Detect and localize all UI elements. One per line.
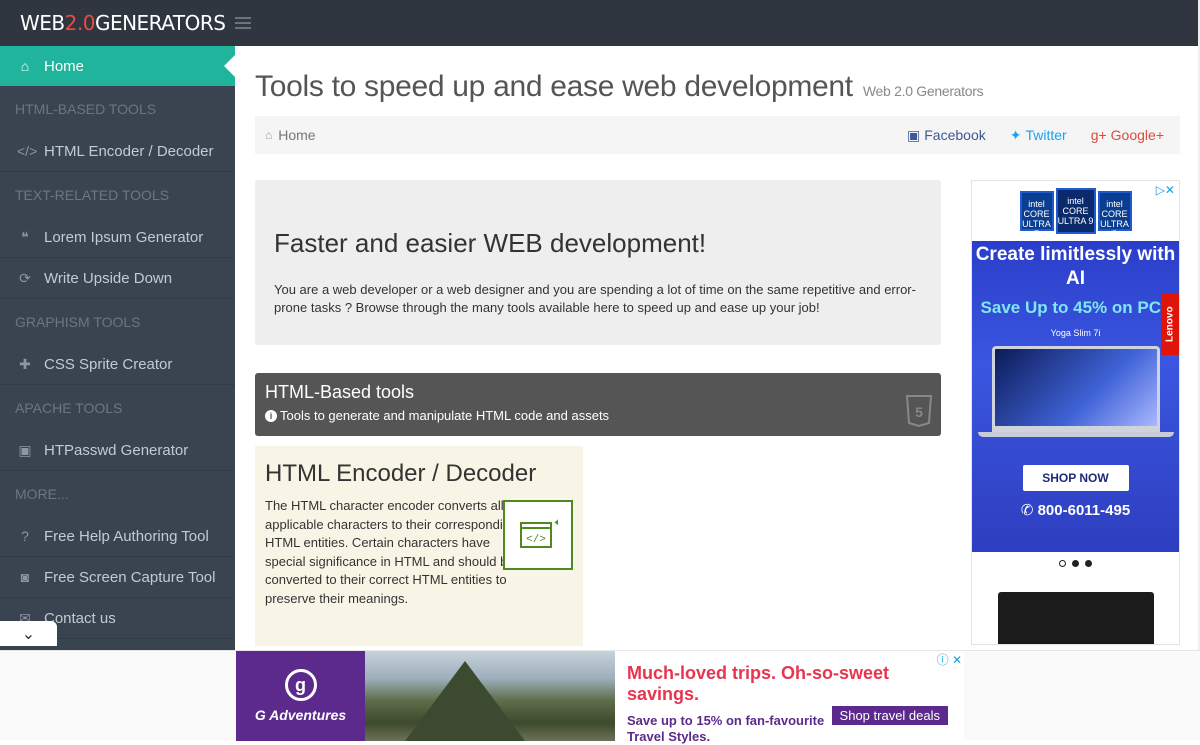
ad-brand: Lenovo	[1161, 293, 1179, 355]
code-icon: </>	[17, 143, 38, 159]
chevron-down-icon: ⌄	[21, 625, 36, 643]
sidebar-item-label: Lorem Ipsum Generator	[44, 228, 204, 246]
sidebar-item-label: HTML Encoder / Decoder	[44, 142, 214, 160]
intro-text: You are a web developer or a web designe…	[274, 282, 916, 315]
refresh-icon: ⟳	[19, 269, 31, 286]
phone-icon: ✆	[1020, 502, 1038, 519]
sidebar-section-title: APACHE TOOLS	[15, 399, 123, 416]
ad-phone: ✆ 800-6011-495	[1020, 502, 1131, 519]
carousel-dots[interactable]	[972, 552, 1179, 574]
svg-text:</>: </>	[526, 534, 546, 546]
ad-headline: Create limitlessly with AI	[975, 244, 1176, 289]
intro-heading: Faster and easier WEB development!	[274, 228, 707, 258]
facebook-link[interactable]: ▣ Facebook	[907, 127, 986, 144]
top-navbar: WEB2.0GENERATORS	[0, 0, 1200, 46]
bottom-advertisement[interactable]: g G Adventures Much-loved trips. Oh-so-s…	[236, 651, 964, 744]
shop-travel-deals-button[interactable]: Shop travel deals	[831, 706, 948, 725]
sidebar-item-html-encoder[interactable]: </> HTML Encoder / Decoder	[0, 131, 235, 172]
sidebar-item-label: HTPasswd Generator	[44, 441, 189, 459]
laptop-image	[991, 346, 1160, 432]
laptop-base	[977, 432, 1174, 437]
sidebar-advertisement[interactable]: intel CORE ULTRA 7 intel CORE ULTRA 9 in…	[971, 180, 1180, 645]
sidebar-item-upside-down[interactable]: ⟳ Write Upside Down	[0, 258, 235, 299]
ad-top-strip: intel CORE ULTRA 7 intel CORE ULTRA 9 in…	[972, 181, 1179, 241]
ad-copy: Much-loved trips. Oh-so-sweet savings. S…	[615, 651, 964, 744]
puzzle-icon: ✚	[19, 355, 31, 372]
sidebar-item-help-authoring[interactable]: ? Free Help Authoring Tool	[0, 516, 235, 557]
breadcrumb: ⌂ Home ▣ Facebook ✦ Twitter g+ Google+	[255, 116, 1180, 154]
intel-chip-badge: intel CORE ULTRA 5	[1097, 191, 1132, 239]
bottom-ad-bar: g G Adventures Much-loved trips. Oh-so-s…	[0, 650, 1200, 744]
ad-close-icon[interactable]: ⓘ ✕	[937, 651, 962, 668]
google-plus-link[interactable]: g+ Google+	[1091, 127, 1164, 144]
page-subtitle: Web 2.0 Generators	[862, 83, 984, 99]
ad-offer: Save Up to 45% on PCs	[980, 298, 1171, 317]
carousel-dot[interactable]	[1059, 559, 1066, 567]
quote-icon: ❝	[21, 228, 29, 245]
twitter-icon: ✦	[1009, 126, 1022, 143]
mountain-photo	[365, 651, 615, 741]
svg-text:✦: ✦	[553, 518, 558, 529]
tool-card-html-encoder[interactable]: HTML Encoder / Decoder The HTML characte…	[255, 446, 583, 646]
menu-icon[interactable]	[235, 17, 252, 29]
breadcrumb-home[interactable]: Home	[278, 127, 315, 143]
sidebar-item-label: Free Screen Capture Tool	[44, 568, 216, 586]
sidebar-section-title: HTML-BASED TOOLS	[15, 100, 157, 117]
sidebar-section-title: GRAPHISM TOOLS	[15, 313, 141, 330]
sidebar-item-home[interactable]: ⌂ Home	[0, 46, 236, 86]
ad-brand-name: G Adventures	[254, 707, 347, 723]
code-icon[interactable]: </> ✦	[503, 500, 573, 570]
info-icon: i	[265, 410, 277, 422]
sidebar-item-label: CSS Sprite Creator	[44, 355, 173, 373]
shop-now-button[interactable]: SHOP NOW	[1022, 465, 1129, 491]
tool-card-text: The HTML character encoder converts all …	[265, 498, 518, 606]
sidebar-section-title: MORE...	[15, 485, 69, 502]
sidebar: ⌂ Home HTML-BASED TOOLS </> HTML Encoder…	[0, 46, 236, 740]
sidebar-item-screen-capture[interactable]: ◙ Free Screen Capture Tool	[0, 557, 235, 598]
social-links: ▣ Facebook ✦ Twitter g+ Google+	[907, 127, 1180, 144]
main-content: Tools to speed up and ease web developme…	[255, 46, 1180, 646]
ad-model: Yoga Slim 7i	[1050, 328, 1101, 338]
tool-card-title[interactable]: HTML Encoder / Decoder	[265, 460, 573, 488]
lock-icon: ▣	[18, 441, 32, 458]
carousel-dot[interactable]	[1072, 559, 1079, 567]
svg-text:5: 5	[915, 404, 923, 420]
adchoices-icon[interactable]: ▷✕	[1156, 183, 1175, 197]
sidebar-item-htpasswd[interactable]: ▣ HTPasswd Generator	[0, 430, 235, 471]
home-icon: ⌂	[20, 58, 30, 74]
sidebar-item-lorem-ipsum[interactable]: ❝ Lorem Ipsum Generator	[0, 217, 235, 258]
collapse-button[interactable]: ⌄	[0, 621, 57, 646]
carousel-dot[interactable]	[1085, 559, 1092, 567]
sidebar-item-css-sprite[interactable]: ✚ CSS Sprite Creator	[0, 344, 235, 385]
intel-chip-badge: intel CORE ULTRA 7	[1019, 191, 1054, 239]
ad-product-image	[997, 592, 1154, 644]
section-title: HTML-Based tools	[265, 382, 415, 402]
twitter-link[interactable]: ✦ Twitter	[1010, 127, 1067, 144]
google-plus-icon: g+	[1090, 127, 1107, 143]
section-subtitle: i Tools to generate and manipulate HTML c…	[265, 408, 931, 423]
ad-banner[interactable]: Create limitlessly with AI Save Up to 45…	[972, 241, 1179, 552]
g-adventures-logo: g G Adventures	[236, 651, 365, 741]
intel-chip-badge: intel CORE ULTRA 9	[1055, 188, 1096, 234]
page-title: Tools to speed up and ease web developme…	[255, 70, 984, 103]
help-icon: ?	[21, 528, 29, 544]
sidebar-item-label: Free Help Authoring Tool	[44, 527, 209, 545]
sidebar-item-label: Home	[44, 57, 85, 75]
ad-headline: Much-loved trips. Oh-so-sweet savings.	[627, 663, 890, 704]
g-adventures-mark-icon: g	[284, 669, 317, 701]
ad-subtext: Save up to 15% on fan-favourite Travel S…	[627, 713, 825, 744]
html5-icon: 5	[905, 395, 933, 427]
home-icon: ⌂	[265, 128, 273, 142]
sidebar-section-title: TEXT-RELATED TOOLS	[15, 186, 170, 203]
site-logo[interactable]: WEB2.0GENERATORS	[20, 11, 226, 35]
intro-jumbotron: Faster and easier WEB development! You a…	[255, 180, 941, 345]
camera-icon: ◙	[20, 569, 30, 585]
facebook-icon: ▣	[907, 126, 921, 143]
section-header: HTML-Based tools i Tools to generate and …	[255, 373, 941, 436]
sidebar-item-label: Write Upside Down	[44, 269, 173, 287]
